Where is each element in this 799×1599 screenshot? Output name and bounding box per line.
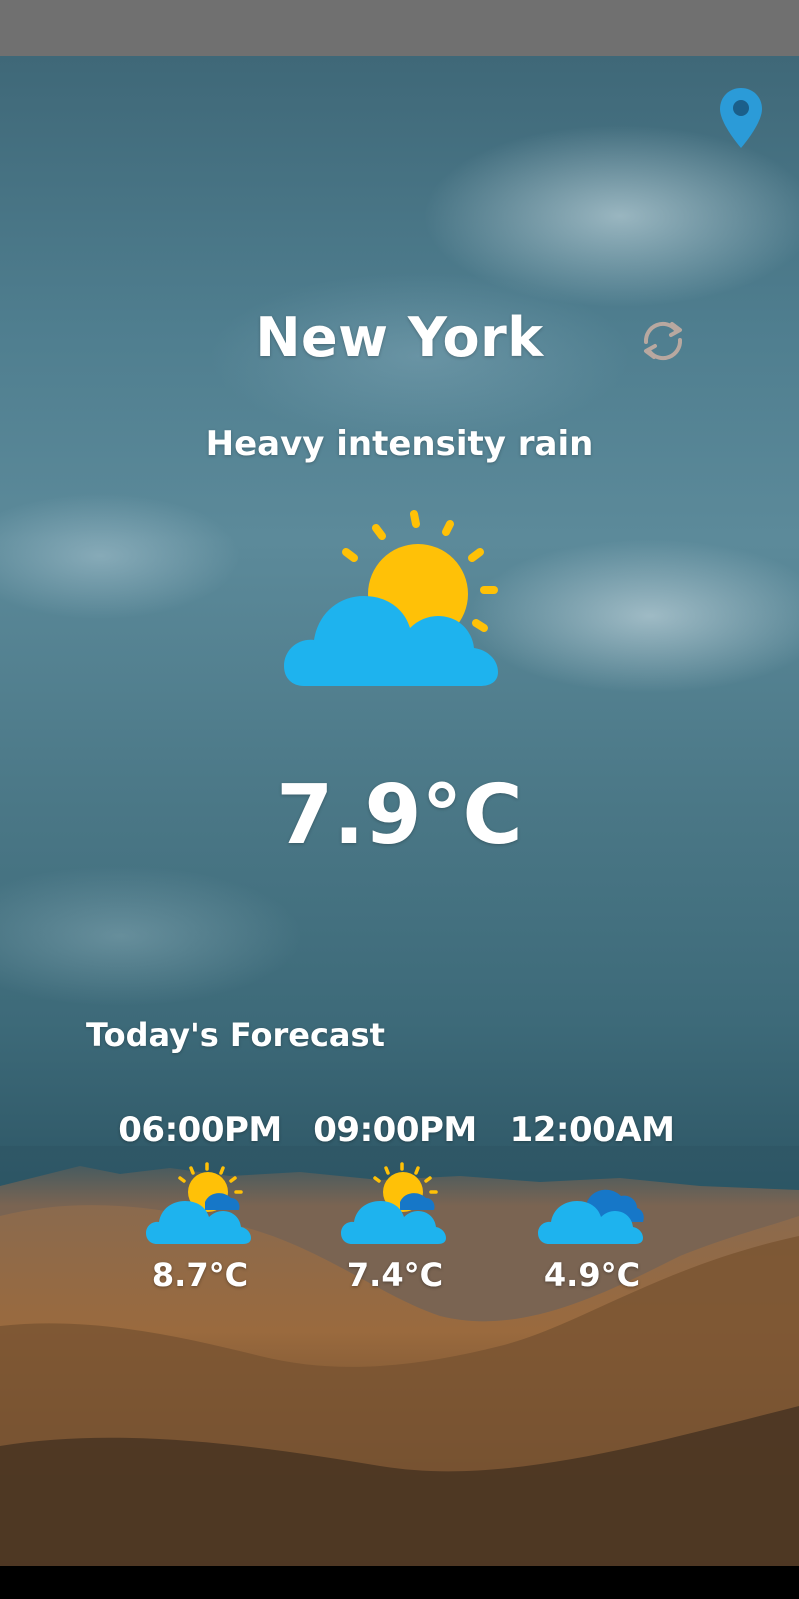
navigation-bar xyxy=(0,1566,799,1599)
weather-description: Heavy intensity rain xyxy=(205,424,594,464)
partly-cloudy-sun-icon xyxy=(341,1162,446,1244)
forecast-temperature: 4.9°C xyxy=(543,1256,641,1294)
forecast-item: 12:00AM 4.9°C xyxy=(492,1108,692,1294)
location-pin-icon[interactable] xyxy=(718,86,764,150)
forecast-item: 09:00PM 7.4°C xyxy=(295,1108,495,1294)
city-name: New York xyxy=(255,306,544,369)
forecast-time: 09:00PM xyxy=(313,1110,477,1150)
current-temperature: 7.9°C xyxy=(276,768,523,863)
forecast-title: Today's Forecast xyxy=(86,1016,385,1054)
weather-screen: New York Heavy intensity rain 7.9°C Toda… xyxy=(0,56,799,1566)
partly-cloudy-sun-icon xyxy=(146,1162,251,1244)
forecast-temperature: 7.4°C xyxy=(346,1256,444,1294)
forecast-temperature: 8.7°C xyxy=(151,1256,249,1294)
status-bar xyxy=(0,0,799,56)
partly-cloudy-sun-icon xyxy=(284,510,498,686)
forecast-time: 06:00PM xyxy=(118,1110,282,1150)
forecast-item: 06:00PM 8.7°C xyxy=(100,1108,300,1294)
cloudy-icon xyxy=(538,1189,644,1244)
forecast-time: 12:00AM xyxy=(509,1110,675,1150)
